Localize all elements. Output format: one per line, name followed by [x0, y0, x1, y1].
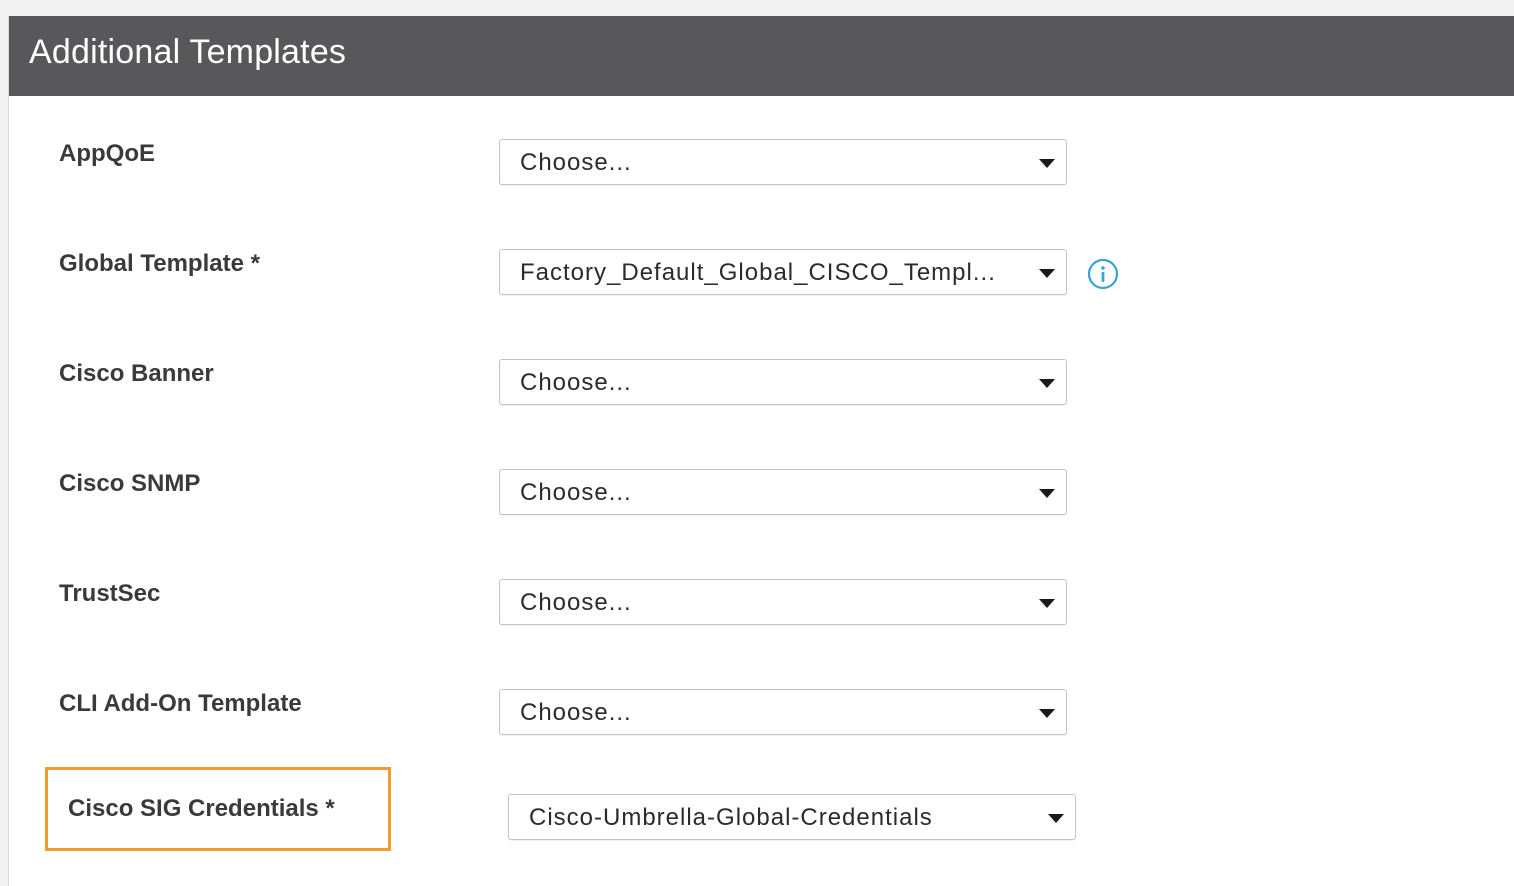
cisco-banner-label: Cisco Banner	[59, 360, 214, 387]
cisco-sig-credentials-select[interactable]: Cisco-Umbrella-Global-Credentials	[508, 794, 1076, 840]
cisco-snmp-select[interactable]: Choose...	[499, 469, 1067, 515]
cli-add-on-template-label: CLI Add-On Template	[59, 690, 302, 717]
appqoe-select-value: Choose...	[520, 149, 632, 176]
caret-down-icon	[1039, 269, 1055, 278]
caret-down-icon	[1048, 814, 1064, 823]
caret-down-icon	[1039, 489, 1055, 498]
global-template-label: Global Template *	[59, 250, 260, 277]
caret-down-icon	[1039, 159, 1055, 168]
appqoe-label: AppQoE	[59, 140, 155, 167]
caret-down-icon	[1039, 379, 1055, 388]
appqoe-select[interactable]: Choose...	[499, 139, 1067, 185]
panel-title: Additional Templates	[29, 33, 347, 71]
caret-down-icon	[1039, 709, 1055, 718]
cli-add-on-template-select[interactable]: Choose...	[499, 689, 1067, 735]
cli-add-on-template-select-value: Choose...	[520, 699, 632, 726]
cisco-snmp-label: Cisco SNMP	[59, 470, 201, 497]
trustsec-label: TrustSec	[59, 580, 161, 607]
trustsec-select-value: Choose...	[520, 589, 632, 616]
cisco-banner-select-value: Choose...	[520, 369, 632, 396]
cisco-snmp-select-value: Choose...	[520, 479, 632, 506]
cisco-banner-select[interactable]: Choose...	[499, 359, 1067, 405]
global-template-select-value: Factory_Default_Global_CISCO_Templ...	[520, 259, 996, 286]
caret-down-icon	[1039, 599, 1055, 608]
info-icon[interactable]	[1087, 258, 1119, 290]
cisco-sig-credentials-select-value: Cisco-Umbrella-Global-Credentials	[529, 804, 933, 831]
cisco-sig-credentials-label: Cisco SIG Credentials *	[68, 795, 335, 822]
global-template-select[interactable]: Factory_Default_Global_CISCO_Templ...	[499, 249, 1067, 295]
panel-header: Additional Templates	[9, 16, 1514, 96]
trustsec-select[interactable]: Choose...	[499, 579, 1067, 625]
